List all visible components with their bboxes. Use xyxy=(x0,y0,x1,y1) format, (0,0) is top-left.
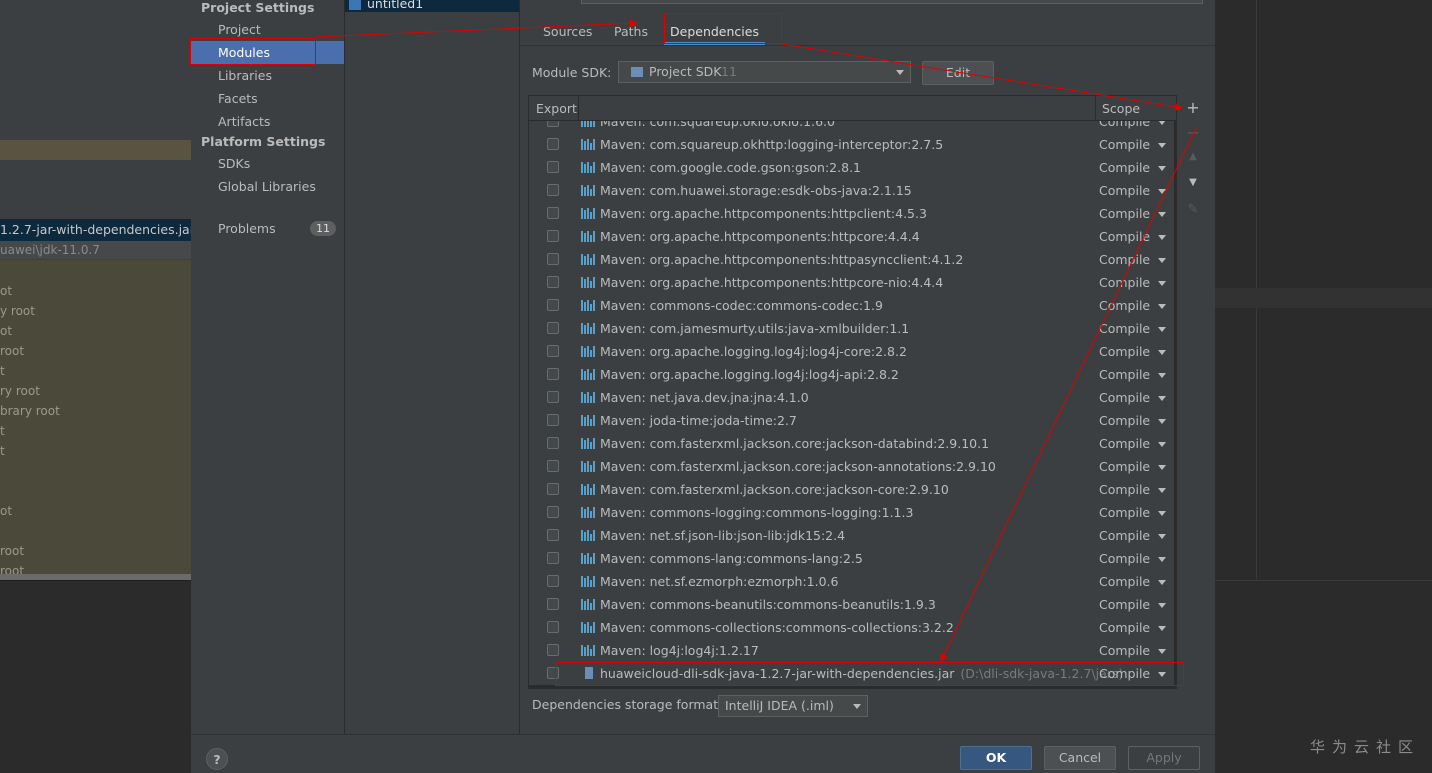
annotation-arrow xyxy=(315,19,638,38)
annotation-arrows xyxy=(315,19,1197,662)
annotation-arrow xyxy=(940,127,1197,662)
annotation-arrow xyxy=(781,43,1183,111)
